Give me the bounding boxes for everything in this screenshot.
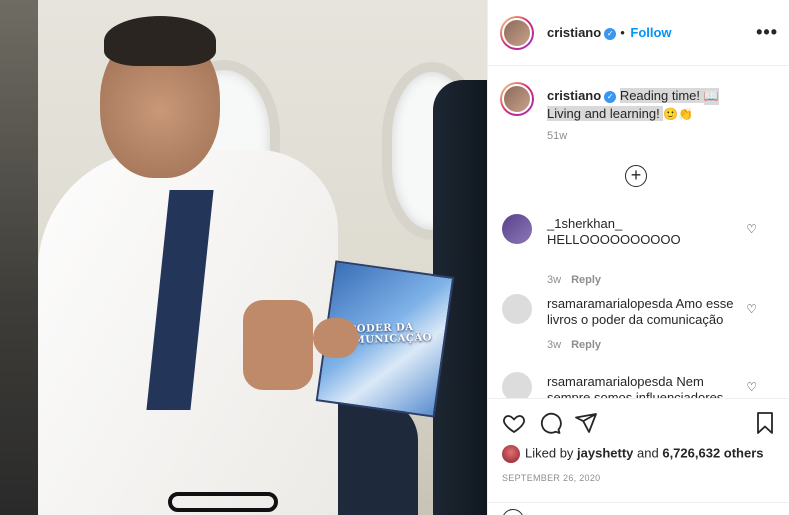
likes-middle: and <box>633 445 663 461</box>
caption-avatar[interactable] <box>500 82 534 116</box>
likes-summary: Liked by jayshetty and 6,726,632 others <box>502 445 764 463</box>
likes-prefix: Liked by <box>525 445 578 461</box>
comment-avatar[interactable] <box>502 294 532 324</box>
liker-avatar[interactable] <box>502 445 520 463</box>
comment-avatar[interactable] <box>502 372 532 398</box>
comment-like-heart-icon[interactable]: ♡ <box>746 302 757 316</box>
more-options-icon[interactable]: ••• <box>756 22 778 43</box>
comment-text: rsamaramarialopesda Nem sempre somos inf… <box>547 374 737 398</box>
verified-badge-icon: ✓ <box>604 27 617 40</box>
comment-username[interactable]: rsamaramarialopesda <box>547 296 673 311</box>
caption-username[interactable]: cristiano <box>547 88 601 103</box>
comment-meta: 3w Reply <box>547 339 611 351</box>
comment-time[interactable]: 3w <box>547 274 561 286</box>
comment-username[interactable]: _1sherkhan_ <box>547 216 622 231</box>
verified-badge-icon: ✓ <box>604 90 617 103</box>
comment-text: _1sherkhan_ HELLOOOOOOOOOO <box>547 216 747 248</box>
send-icon[interactable] <box>574 411 598 435</box>
post-header: cristiano ✓ • Follow ••• <box>488 0 789 66</box>
comment-item: rsamaramarialopesda Amo esse livros o po… <box>500 294 785 364</box>
add-comment-bar <box>488 502 789 515</box>
caption-line1: Reading time! <box>619 88 704 103</box>
author-avatar[interactable] <box>500 16 534 50</box>
comment-username[interactable]: rsamaramarialopesda <box>547 374 673 389</box>
follow-button[interactable]: Follow <box>630 25 671 40</box>
post-photo[interactable]: O PODER DA COMUNICAÇÃO <box>38 0 487 515</box>
comment-meta: 3w Reply <box>547 274 611 286</box>
likes-count[interactable]: 6,726,632 others <box>662 445 763 460</box>
heart-icon[interactable] <box>502 411 526 435</box>
caption-line2: Living and learning! <box>547 106 664 121</box>
comment-item: rsamaramarialopesda Nem sempre somos inf… <box>500 372 785 398</box>
post-date[interactable]: SEPTEMBER 26, 2020 <box>502 473 600 483</box>
comment-text: rsamaramarialopesda Amo esse livros o po… <box>547 296 737 328</box>
smile-clap-emoji: 🙂👏 <box>663 107 694 121</box>
load-more-comments-button[interactable]: + <box>625 165 647 187</box>
thumbs-up-hand <box>243 300 313 390</box>
post-actions: Liked by jayshetty and 6,726,632 others … <box>488 398 789 515</box>
liker-username[interactable]: jayshetty <box>577 445 633 460</box>
comment-body: HELLOOOOOOOOOO <box>547 232 681 247</box>
bookmark-icon[interactable] <box>753 411 777 435</box>
comment-like-heart-icon[interactable]: ♡ <box>746 222 757 236</box>
sunglasses <box>168 492 278 512</box>
comment-item: _1sherkhan_ HELLOOOOOOOOOO ♡ 3w Reply <box>500 214 785 286</box>
emoji-picker-icon[interactable] <box>502 509 524 515</box>
caption-text: cristiano ✓ Reading time! 📖 Living and le… <box>547 87 777 123</box>
separator-dot: • <box>620 25 625 40</box>
reply-button[interactable]: Reply <box>571 339 601 351</box>
comments-list: _1sherkhan_ HELLOOOOOOOOOO ♡ 3w Reply rsa… <box>488 200 789 398</box>
author-username[interactable]: cristiano <box>547 25 601 40</box>
person-hair <box>104 16 216 66</box>
book-emoji: 📖 <box>703 88 719 105</box>
comment-like-heart-icon[interactable]: ♡ <box>746 380 757 394</box>
comment-icon[interactable] <box>538 411 562 435</box>
post-sidebar: cristiano ✓ • Follow ••• cristiano ✓ Readin… <box>487 0 789 515</box>
author-line: cristiano ✓ • Follow <box>547 25 672 40</box>
reply-button[interactable]: Reply <box>571 274 601 286</box>
comment-avatar[interactable] <box>502 214 532 244</box>
background-overlay <box>0 0 38 515</box>
holding-hand <box>313 318 359 358</box>
comment-time[interactable]: 3w <box>547 339 561 351</box>
caption-timestamp[interactable]: 51w <box>547 130 567 142</box>
